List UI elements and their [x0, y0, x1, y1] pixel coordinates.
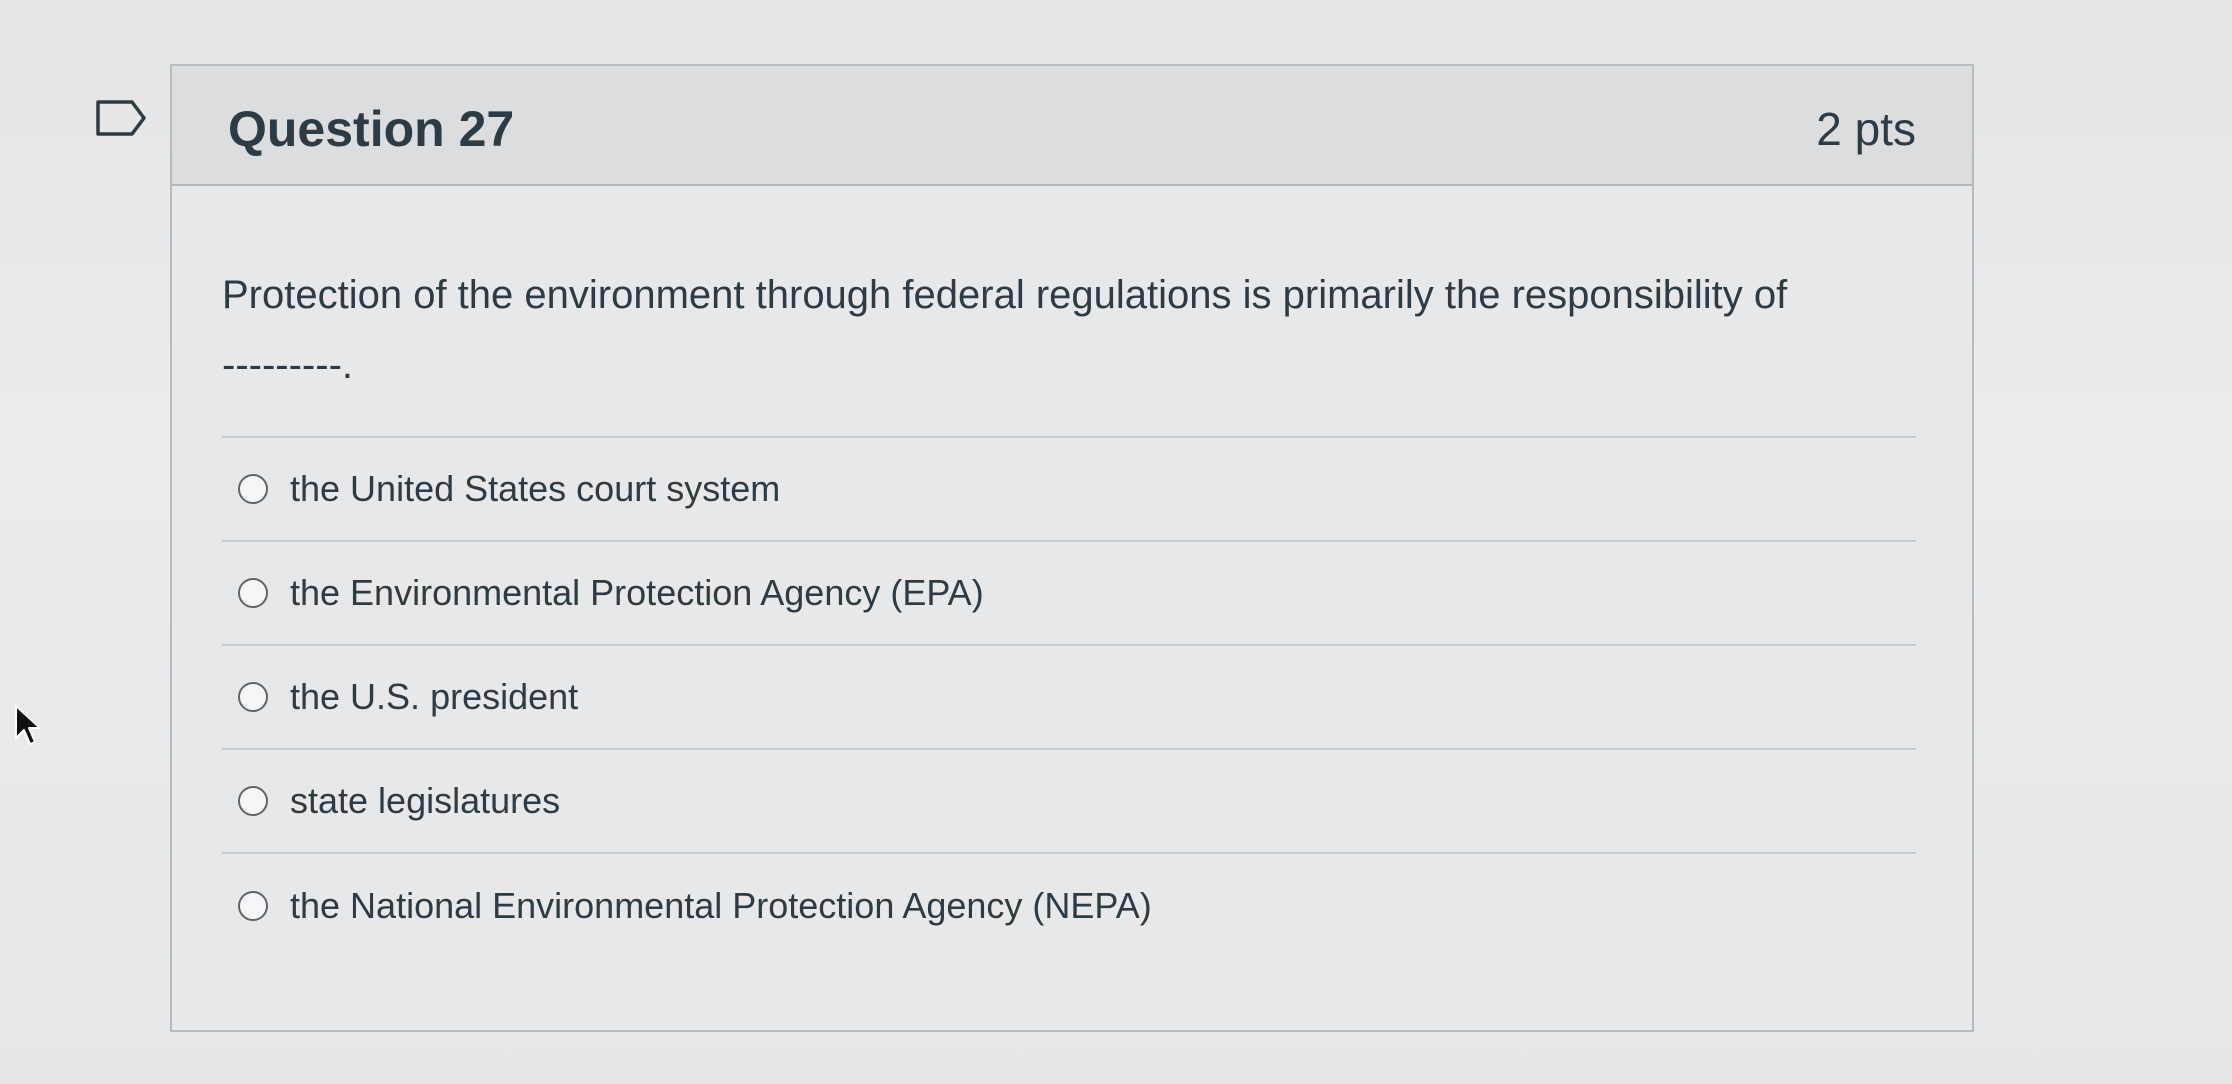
answer-list: the United States court system the Envir…	[222, 436, 1916, 958]
question-title: Question 27	[228, 101, 515, 157]
radio-button[interactable]	[238, 786, 268, 816]
question-text-line1: Protection of the environment through fe…	[222, 273, 1788, 317]
answer-label: the United States court system	[290, 468, 781, 509]
radio-button[interactable]	[238, 578, 268, 608]
answer-label: state legislatures	[290, 780, 561, 821]
flag-question-icon[interactable]	[94, 98, 148, 138]
radio-button[interactable]	[238, 474, 268, 504]
answer-option[interactable]: the National Environmental Protection Ag…	[222, 854, 1916, 958]
question-text: Protection of the environment through fe…	[222, 260, 1912, 400]
answer-option[interactable]: state legislatures	[222, 750, 1916, 854]
question-header: Question 27 2 pts	[172, 66, 1972, 186]
question-text-blank: ---------.	[222, 343, 353, 387]
answer-label: the National Environmental Protection Ag…	[290, 885, 1152, 926]
quiz-page: Question 27 2 pts Protection of the envi…	[0, 0, 2232, 1084]
answer-label: the U.S. president	[290, 676, 579, 717]
answer-option[interactable]: the United States court system	[222, 438, 1916, 542]
question-points: 2 pts	[1816, 103, 1916, 155]
mouse-pointer-icon	[15, 705, 41, 745]
answer-label: the Environmental Protection Agency (EPA…	[290, 572, 984, 613]
radio-button[interactable]	[238, 682, 268, 712]
answer-option[interactable]: the U.S. president	[222, 646, 1916, 750]
question-card: Question 27 2 pts Protection of the envi…	[170, 64, 1974, 1032]
answer-option[interactable]: the Environmental Protection Agency (EPA…	[222, 542, 1916, 646]
question-body: Protection of the environment through fe…	[172, 186, 1972, 958]
radio-button[interactable]	[238, 891, 268, 921]
